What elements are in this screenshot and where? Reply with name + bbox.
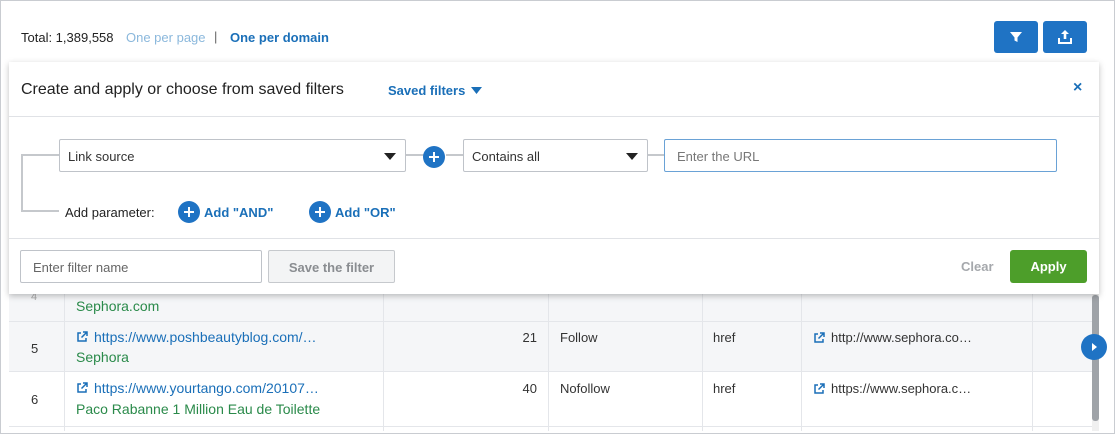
one-per-page-option[interactable]: One per page: [126, 30, 206, 45]
panel-divider: [9, 238, 1099, 239]
link-follow-type: Nofollow: [560, 381, 610, 396]
external-link-icon: [77, 382, 88, 393]
table-row: 6 https://www.yourtango.com/20107… Paco …: [9, 372, 1092, 427]
scroll-right-button[interactable]: [1081, 334, 1107, 360]
backlinks-table: 4 Sephora.com 5 https://www.poshbeautybl…: [9, 291, 1092, 431]
caret-down-icon: [471, 87, 483, 94]
field-select-value: Link source: [68, 149, 135, 164]
target-url-link[interactable]: https://www.sephora.c…: [813, 381, 971, 396]
condition-select-value: Contains all: [472, 149, 540, 164]
filter-panel: Create and apply or choose from saved fi…: [9, 62, 1099, 294]
tree-connector: [21, 154, 23, 211]
chevron-right-icon: [1092, 343, 1097, 351]
export-button[interactable]: [1043, 21, 1087, 53]
table-row: 5 https://www.poshbeautyblog.com/… Sepho…: [9, 322, 1092, 372]
tree-connector: [446, 154, 463, 156]
anchor-text: Paco Rabanne 1 Million Eau de Toilette: [76, 401, 321, 417]
column-divider: [702, 291, 703, 431]
link-count: 21: [522, 330, 537, 345]
saved-filters-dropdown[interactable]: Saved filters: [388, 83, 483, 98]
add-and-plus[interactable]: [178, 201, 200, 223]
filter-button[interactable]: [994, 21, 1038, 53]
column-divider: [383, 291, 384, 431]
panel-divider: [9, 116, 1099, 117]
clear-button[interactable]: Clear: [961, 259, 994, 274]
source-url: https://www.yourtango.com/20107…: [94, 380, 319, 396]
tree-connector: [21, 154, 59, 156]
add-or-plus[interactable]: [309, 201, 331, 223]
source-url-link[interactable]: https://www.yourtango.com/20107…: [76, 380, 319, 396]
tree-connector: [406, 154, 424, 156]
source-url: https://www.poshbeautyblog.com/…: [94, 329, 317, 345]
link-attribute: href: [713, 330, 736, 345]
table-row: 4 Sephora.com: [9, 291, 1092, 322]
panel-title: Create and apply or choose from saved fi…: [21, 81, 344, 98]
row-number: 5: [31, 341, 39, 356]
link-attribute: href: [713, 381, 736, 396]
external-link-icon: [77, 331, 88, 342]
url-input[interactable]: Enter the URL: [664, 139, 1057, 172]
target-url: http://www.sephora.co…: [831, 330, 972, 345]
export-icon: [1058, 30, 1072, 44]
caret-down-icon: [384, 153, 396, 160]
plus-icon: [315, 207, 325, 217]
app-frame: Total: 1,389,558 One per page | One per …: [0, 0, 1115, 434]
column-divider: [1032, 291, 1033, 431]
filter-name-input[interactable]: Enter filter name: [20, 250, 262, 283]
add-condition-button[interactable]: [423, 146, 445, 168]
target-url-link[interactable]: http://www.sephora.co…: [813, 330, 972, 345]
target-url: https://www.sephora.c…: [831, 381, 972, 396]
tree-connector: [648, 154, 664, 156]
apply-button[interactable]: Apply: [1010, 250, 1087, 283]
total-count: Total: 1,389,558: [21, 30, 114, 45]
close-icon[interactable]: ×: [1073, 79, 1082, 97]
option-separator: |: [214, 29, 218, 44]
column-divider: [548, 291, 549, 431]
caret-down-icon: [626, 153, 638, 160]
one-per-domain-option[interactable]: One per domain: [230, 30, 329, 45]
add-and-button[interactable]: Add "AND": [204, 205, 273, 220]
column-divider: [801, 291, 802, 431]
row-number: 6: [31, 392, 39, 407]
add-or-button[interactable]: Add "OR": [335, 205, 396, 220]
condition-select[interactable]: Contains all: [463, 139, 648, 172]
field-select[interactable]: Link source: [59, 139, 406, 172]
anchor-text: Sephora: [76, 349, 129, 365]
column-divider: [64, 291, 65, 431]
link-follow-type: Follow: [560, 330, 598, 345]
tree-connector: [21, 210, 59, 212]
plus-icon: [429, 152, 439, 162]
external-link-icon: [814, 331, 825, 343]
link-count: 40: [522, 381, 537, 396]
saved-filters-label: Saved filters: [388, 83, 466, 98]
plus-icon: [184, 207, 194, 217]
filter-icon: [1010, 32, 1022, 42]
add-parameter-label: Add parameter:: [65, 205, 155, 220]
external-link-icon: [814, 382, 825, 394]
anchor-text: Sephora.com: [76, 298, 160, 314]
save-filter-button[interactable]: Save the filter: [268, 250, 395, 283]
results-toolbar: Total: 1,389,558 One per page | One per …: [9, 9, 1107, 65]
source-url-link[interactable]: https://www.poshbeautyblog.com/…: [76, 329, 317, 345]
